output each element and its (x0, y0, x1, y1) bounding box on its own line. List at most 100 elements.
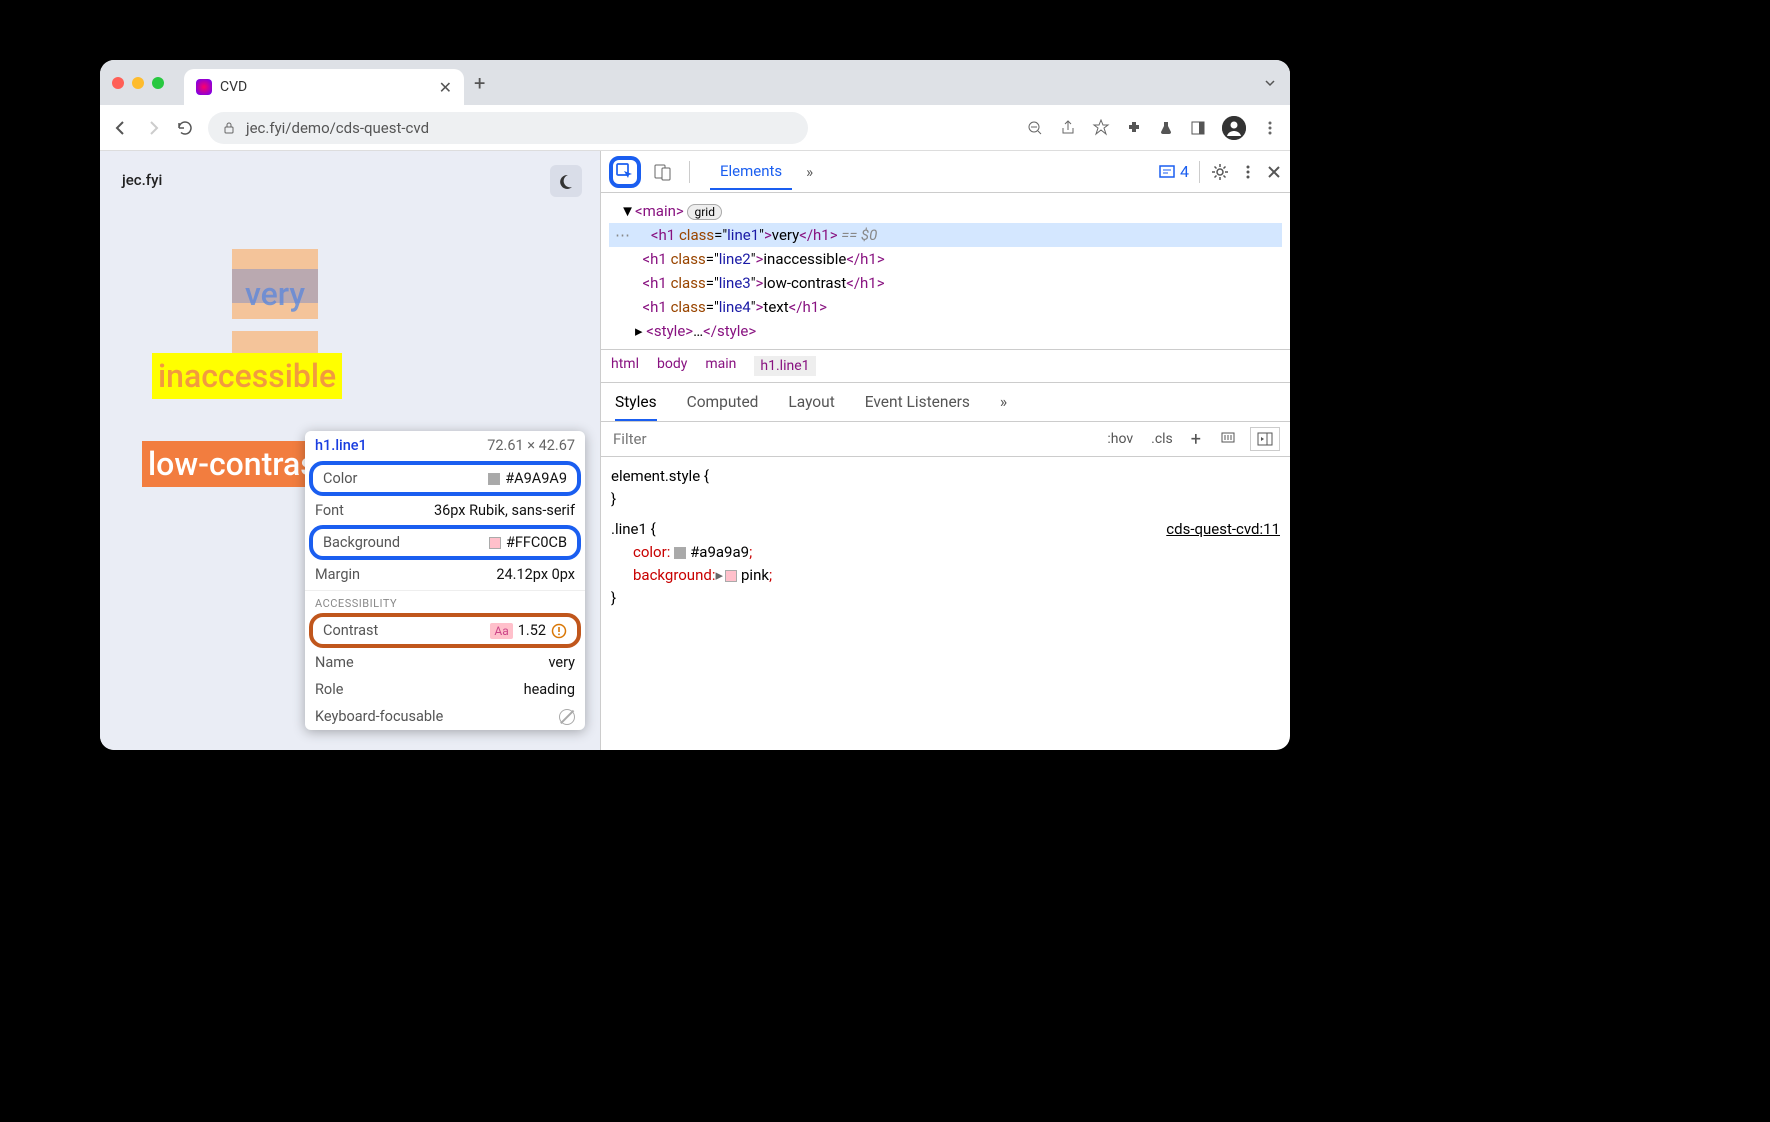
issues-count: 4 (1180, 162, 1189, 181)
bg-swatch-icon (489, 537, 501, 549)
subtab-computed[interactable]: Computed (687, 393, 759, 421)
crumb-main[interactable]: main (705, 356, 736, 376)
tooltip-name-label: Name (315, 654, 354, 671)
dom-style[interactable]: ▸ <style>…</style> (609, 319, 1282, 343)
not-focusable-icon (559, 709, 575, 725)
devtools-panel: Elements » 4 ▼<main> grid ⋯ (600, 151, 1290, 750)
styles-subtabs: Styles Computed Layout Event Listeners » (601, 383, 1290, 422)
css-prop-background[interactable]: background:▸pink; (633, 564, 1280, 587)
close-devtools-icon[interactable] (1266, 164, 1282, 180)
dom-breadcrumbs: html body main h1.line1 (601, 349, 1290, 383)
color-swatch-icon (488, 473, 500, 485)
bg-swatch-icon[interactable] (725, 570, 737, 582)
new-tab-button[interactable]: + (474, 71, 485, 95)
url-text: jec.fyi/demo/cds-quest-cvd (246, 119, 429, 137)
annotation-ring-background: Background #FFC0CB (309, 525, 581, 560)
crumb-body[interactable]: body (657, 356, 687, 376)
tooltip-contrast-label: Contrast (323, 622, 378, 639)
device-toolbar-button[interactable] (647, 156, 679, 188)
maximize-window-button[interactable] (152, 77, 164, 89)
annotation-ring-color: Color #A9A9A9 (309, 461, 581, 496)
dark-mode-toggle[interactable] (550, 165, 582, 197)
inspector-highlight (232, 269, 318, 303)
devtools-toolbar: Elements » 4 (601, 151, 1290, 193)
zoom-out-icon[interactable] (1026, 119, 1044, 137)
tab-elements[interactable]: Elements (710, 154, 792, 190)
content-area: jec.fyi very inaccessible low-contrast h… (100, 151, 1290, 750)
demo-line1[interactable]: very (232, 249, 318, 353)
hov-button[interactable]: :hov (1102, 429, 1138, 449)
element-tooltip: h1.line1 72.61 × 42.67 Color #A9A9A9 Fon… (305, 431, 585, 730)
omnibox[interactable]: jec.fyi/demo/cds-quest-cvd (208, 112, 808, 144)
dom-h1-line3[interactable]: <h1 class="line3">low-contrast</h1> (609, 271, 1282, 295)
tooltip-bg-label: Background (323, 534, 400, 551)
url-bar: jec.fyi/demo/cds-quest-cvd (100, 105, 1290, 151)
dom-h1-line4[interactable]: <h1 class="line4">text</h1> (609, 295, 1282, 319)
dom-h1-line1[interactable]: ⋯ <h1 class="line1">very</h1> == $0 (609, 223, 1282, 247)
sidepanel-icon[interactable] (1190, 120, 1206, 136)
tooltip-selector: h1.line1 (315, 437, 367, 454)
color-swatch-icon[interactable] (674, 547, 686, 559)
favicon-icon (196, 79, 212, 95)
close-tab-icon[interactable]: ✕ (439, 78, 452, 97)
close-window-button[interactable] (112, 77, 124, 89)
subtab-styles[interactable]: Styles (615, 393, 657, 421)
reload-button[interactable] (176, 119, 196, 137)
minimize-window-button[interactable] (132, 77, 144, 89)
titlebar: CVD ✕ + (100, 60, 1290, 105)
rendering-icon[interactable] (1214, 428, 1242, 450)
lock-icon (222, 121, 236, 135)
subtab-layout[interactable]: Layout (788, 393, 834, 421)
extensions-icon[interactable] (1126, 120, 1142, 136)
toggle-sidebar-icon[interactable] (1250, 427, 1280, 451)
demo-line2[interactable]: inaccessible (152, 353, 342, 399)
styles-filter-input[interactable] (601, 422, 1092, 456)
page-heading: jec.fyi (122, 171, 578, 189)
tooltip-role-label: Role (315, 681, 343, 698)
share-icon[interactable] (1060, 120, 1076, 136)
inspect-element-button[interactable] (609, 156, 641, 188)
tooltip-kf-label: Keyboard-focusable (315, 708, 443, 725)
dom-h1-line2[interactable]: <h1 class="line2">inaccessible</h1> (609, 247, 1282, 271)
css-rules[interactable]: element.style { } cds-quest-cvd:11 .line… (601, 457, 1290, 619)
tab-title: CVD (220, 79, 431, 95)
subtab-event-listeners[interactable]: Event Listeners (865, 393, 970, 421)
css-prop-color[interactable]: color: #a9a9a9; (633, 541, 1280, 564)
tooltip-name-value: very (548, 654, 575, 671)
tooltip-a11y-heading: ACCESSIBILITY (305, 590, 585, 612)
labs-icon[interactable] (1158, 120, 1174, 136)
css-rule-line1[interactable]: cds-quest-cvd:11 .line1 { (611, 518, 1280, 541)
tooltip-font-label: Font (315, 502, 344, 519)
tabs-dropdown-icon[interactable] (1262, 75, 1278, 91)
bookmark-icon[interactable] (1092, 119, 1110, 137)
dom-row-actions-icon[interactable]: ⋯ (609, 226, 636, 244)
url-actions (1026, 116, 1278, 140)
tooltip-header: h1.line1 72.61 × 42.67 (305, 431, 585, 460)
cls-button[interactable]: .cls (1146, 429, 1178, 449)
css-rule-element-style[interactable]: element.style { (611, 465, 1280, 488)
more-subtabs-icon[interactable]: » (1000, 393, 1007, 421)
new-rule-icon[interactable]: + (1186, 427, 1206, 452)
crumb-h1[interactable]: h1.line1 (754, 356, 815, 376)
dom-tree[interactable]: ▼<main> grid ⋯ <h1 class="line1">very</h… (601, 193, 1290, 349)
profile-avatar[interactable] (1222, 116, 1246, 140)
issues-button[interactable]: 4 (1158, 162, 1189, 181)
browser-window: CVD ✕ + jec.fyi/demo/cds-quest-cvd (100, 60, 1290, 750)
forward-button[interactable] (144, 119, 164, 137)
dom-main[interactable]: ▼<main> grid (609, 199, 1282, 223)
more-icon[interactable] (1240, 164, 1256, 180)
tooltip-color-label: Color (323, 470, 357, 487)
browser-tab[interactable]: CVD ✕ (184, 69, 464, 105)
crumb-html[interactable]: html (611, 356, 639, 376)
css-source-link[interactable]: cds-quest-cvd:11 (1166, 518, 1280, 541)
more-tabs-icon[interactable]: » (796, 155, 823, 189)
tooltip-contrast-value: 1.52 (518, 622, 546, 639)
settings-icon[interactable] (1210, 162, 1230, 182)
back-button[interactable] (112, 119, 132, 137)
window-controls (112, 77, 164, 89)
annotation-ring-contrast: Contrast Aa 1.52 (309, 613, 581, 648)
menu-icon[interactable] (1262, 120, 1278, 136)
tooltip-font-value: 36px Rubik, sans-serif (434, 502, 575, 519)
tooltip-margin-label: Margin (315, 566, 360, 583)
rendered-page: jec.fyi very inaccessible low-contrast h… (100, 151, 600, 750)
